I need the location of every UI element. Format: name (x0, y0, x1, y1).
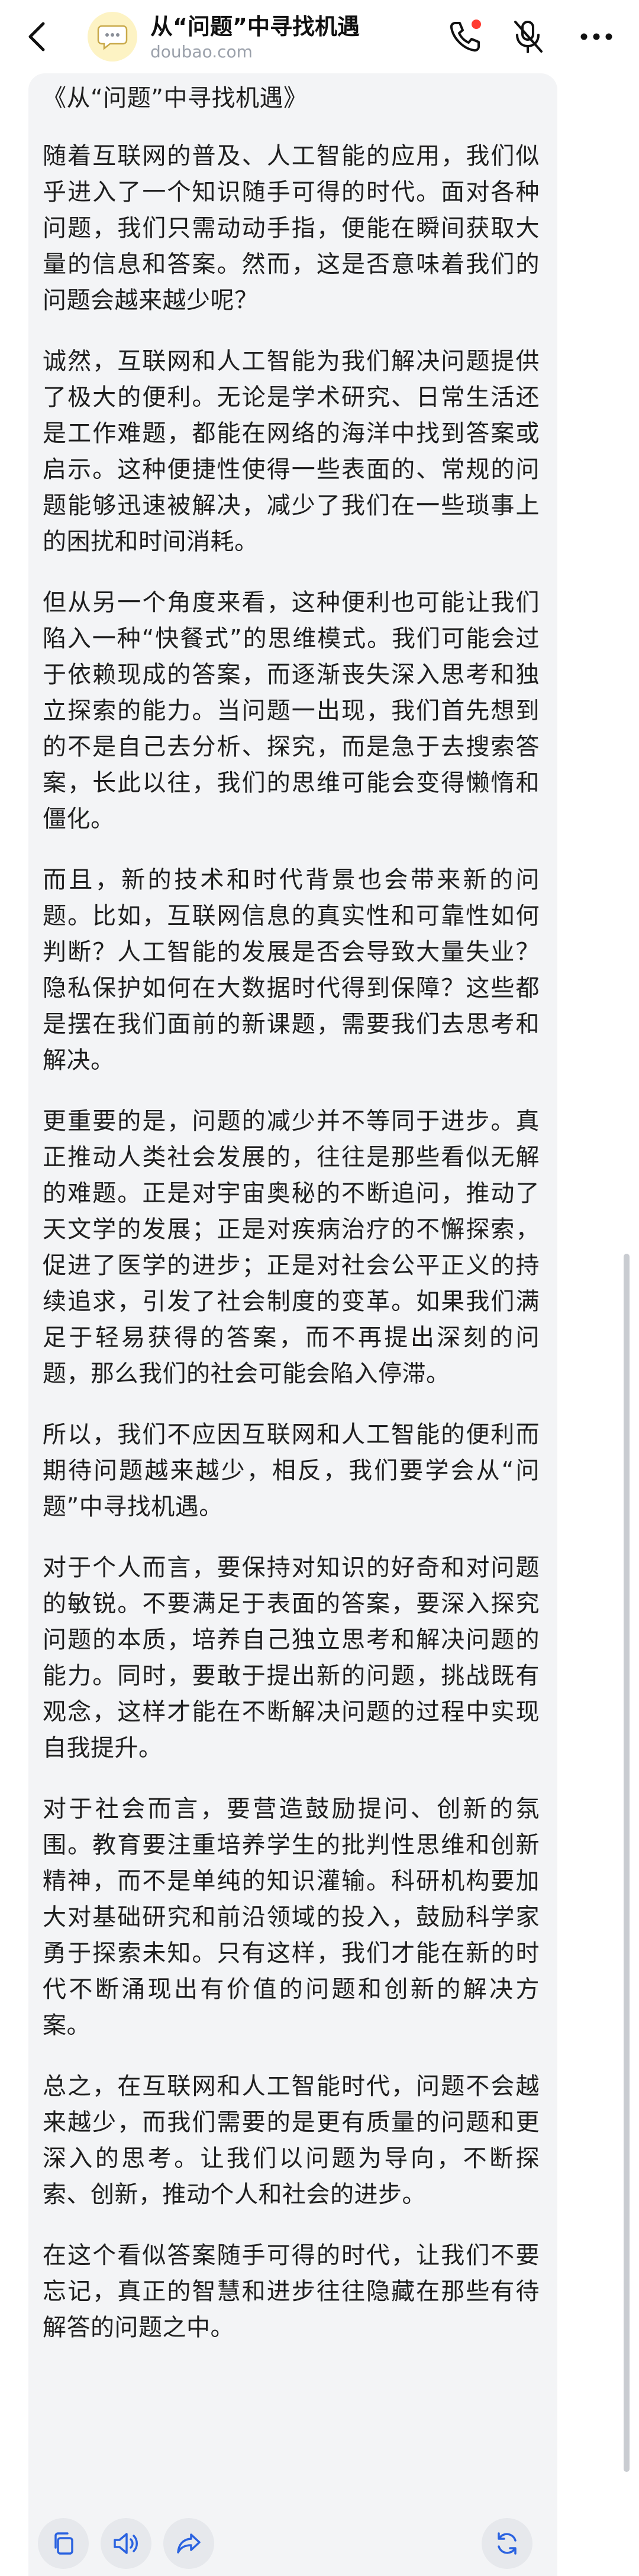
chat-source: doubao.com (150, 42, 253, 62)
read-aloud-button[interactable] (101, 2518, 151, 2569)
message-paragraph: 但从另一个角度来看，这种便利也可能让我们陷入一种“快餐式”的思维模式。我们可能会… (43, 589, 540, 833)
share-button[interactable] (163, 2518, 214, 2569)
avatar[interactable] (88, 12, 137, 62)
message-paragraph: 对于社会而言，要营造鼓励提问、创新的氛围。教育要注重培养学生的批判性思维和创新精… (43, 1795, 540, 2039)
copy-button[interactable] (38, 2518, 89, 2569)
more-horizontal-icon (580, 33, 612, 40)
chat-header: 从“问题”中寻找机遇 doubao.com (0, 0, 639, 73)
message-paragraph: 所以，我们不应因互联网和人工智能的便利而期待问题越来越少，相反，我们要学会从“问… (43, 1421, 540, 1520)
chat-title-block: 从“问题”中寻找机遇 doubao.com (150, 12, 428, 63)
message-action-bar (28, 2511, 557, 2576)
phone-icon (450, 20, 481, 52)
share-icon (177, 2533, 201, 2554)
back-button[interactable] (19, 14, 54, 59)
mic-off-icon (514, 21, 543, 53)
regenerate-button[interactable] (482, 2518, 532, 2569)
message-title: 《从“问题”中寻找机遇》 (43, 85, 308, 112)
mute-button[interactable] (508, 17, 548, 57)
regenerate-icon (498, 2532, 517, 2555)
message-paragraph: 对于个人而言，要保持对知识的好奇和对问题的敏锐。不要满足于表面的答案，要深入探究… (43, 1554, 540, 1762)
message-paragraph: 而且，新的技术和时代背景也会带来新的问题。比如，互联网信息的真实性和可靠性如何判… (43, 866, 540, 1074)
message-paragraph: 诚然，互联网和人工智能为我们解决问题提供了极大的便利。无论是学术研究、日常生活还… (43, 348, 540, 555)
scrollbar-thumb[interactable] (624, 1254, 630, 2472)
copy-icon (54, 2532, 73, 2555)
message-content: 《从“问题”中寻找机遇》 随着互联网的普及、人工智能的应用，我们似乎进入了一个知… (43, 79, 540, 2371)
chat-bubble-icon (97, 25, 128, 50)
more-button[interactable] (576, 17, 617, 57)
message-paragraph: 在这个看似答案随手可得的时代，让我们不要忘记，真正的智慧和进步往往隐藏在那些有待… (43, 2242, 540, 2341)
message-paragraph: 随着互联网的普及、人工智能的应用，我们似乎进入了一个知识随手可得的时代。面对各种… (43, 143, 540, 314)
chat-title: 从“问题”中寻找机遇 (150, 14, 360, 40)
message-paragraph: 总之，在互联网和人工智能时代，问题不会越来越少，而我们需要的是更有质量的问题和更… (43, 2073, 540, 2208)
call-button[interactable] (445, 17, 485, 57)
speaker-icon (114, 2533, 138, 2554)
message-paragraph: 更重要的是，问题的减少并不等同于进步。真正推动人类社会发展的，往往是那些看似无解… (43, 1108, 540, 1387)
chevron-left-icon (28, 22, 45, 51)
notification-dot (472, 20, 481, 29)
